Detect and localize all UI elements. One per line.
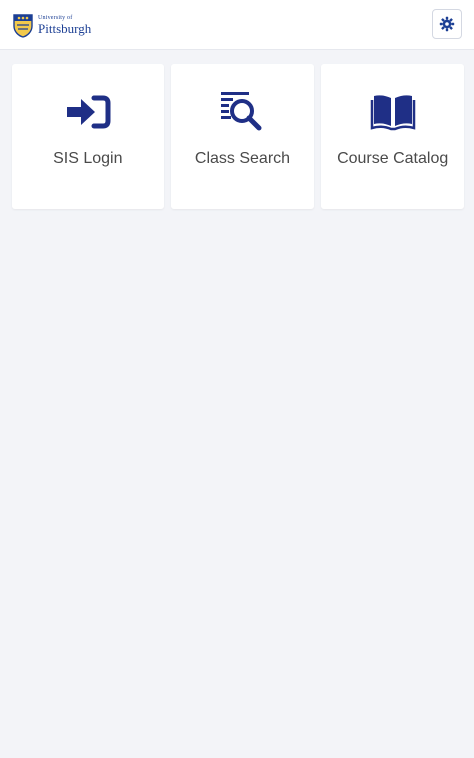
university-seal-icon [13,14,33,38]
university-wordmark: University of Pittsburgh [38,15,91,35]
search-list-icon [218,90,266,134]
sign-in-icon [64,90,112,134]
book-open-icon [369,90,417,134]
settings-button[interactable] [432,9,462,39]
top-bar: University of Pittsburgh [0,0,474,50]
class-search-tile[interactable]: Class Search [170,64,315,209]
course-catalog-label: Course Catalog [337,150,449,167]
university-logo[interactable]: University of Pittsburgh [12,10,91,40]
logo-big-text: Pittsburgh [38,21,92,36]
gear-icon [439,16,455,32]
course-catalog-tile[interactable]: Course Catalog [321,64,464,209]
app-screen: University of Pittsburgh SIS Login Class… [0,0,474,758]
shortcut-grid: SIS Login Class Search Course Catalog [12,64,464,209]
sis-login-label: SIS Login [53,150,123,167]
class-search-label: Class Search [194,150,291,167]
sis-login-tile[interactable]: SIS Login [12,64,164,209]
